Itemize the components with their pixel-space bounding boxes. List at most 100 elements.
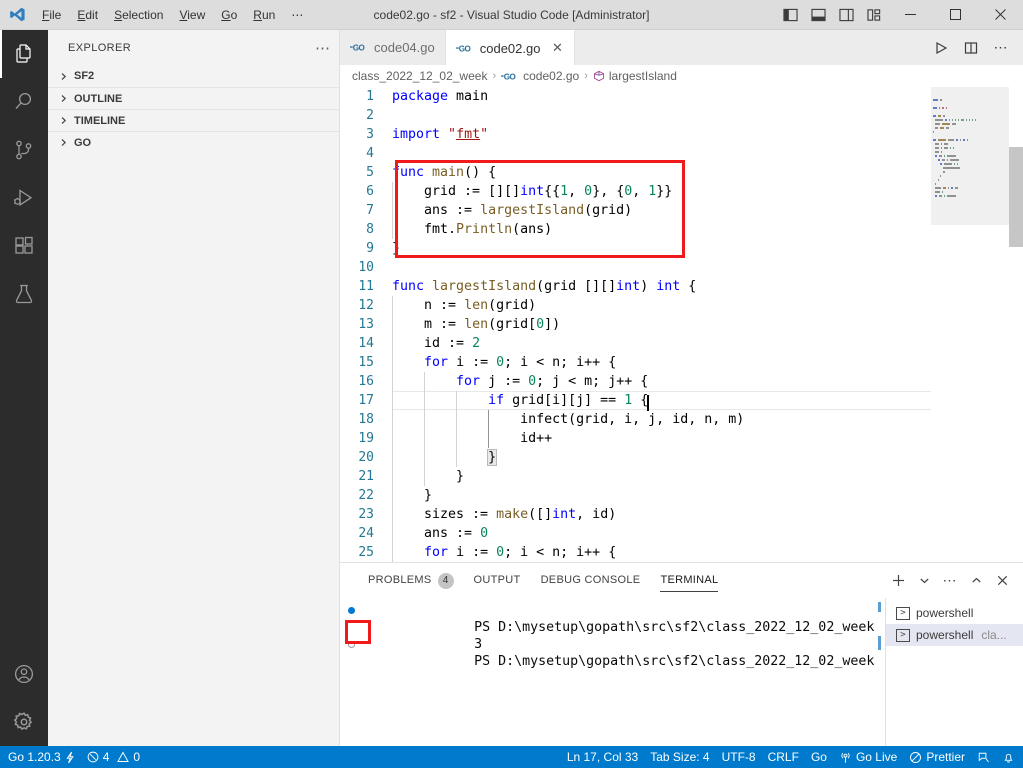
sidebar-section-timeline[interactable]: TIMELINE <box>48 109 339 131</box>
code-token: for <box>424 545 449 560</box>
code-line[interactable]: 16 for j := 0; j < m; j++ { <box>340 372 931 391</box>
toggle-panel-icon[interactable] <box>804 0 832 30</box>
window-minimize-button[interactable] <box>888 0 933 30</box>
terminal-scrollbar[interactable] <box>875 598 885 758</box>
terminal-dropdown-button[interactable] <box>913 569 935 593</box>
code-token: largestIsland <box>432 279 537 294</box>
sidebar-section-sf2[interactable]: SF2 <box>48 65 339 87</box>
activitybar-item-source-control[interactable] <box>0 126 48 174</box>
activitybar-item-search[interactable] <box>0 78 48 126</box>
terminal-tab-powershell-1[interactable]: > powershell <box>886 602 1023 624</box>
chevron-right-icon <box>56 114 70 128</box>
maximize-panel-button[interactable] <box>965 569 987 593</box>
code-line[interactable]: 22 } <box>340 486 931 505</box>
code-line[interactable]: 15 for i := 0; i < n; i++ { <box>340 353 931 372</box>
code-line[interactable]: 24 ans := 0 <box>340 524 931 543</box>
activitybar-item-manage[interactable] <box>0 698 48 746</box>
terminal-scrollbar-thumb-bottom[interactable] <box>878 636 881 650</box>
sidebar-section-outline[interactable]: OUTLINE <box>48 87 339 109</box>
panel-tab-debug-console[interactable]: DEBUG CONSOLE <box>531 563 651 598</box>
code-token: (ans) <box>512 222 553 237</box>
code-line[interactable]: 25 for i := 0; i < n; i++ { <box>340 543 931 562</box>
panel-tab-problems[interactable]: PROBLEMS 4 <box>358 563 464 598</box>
menu-view[interactable]: View <box>171 0 213 30</box>
toggle-secondary-sidebar-icon[interactable] <box>832 0 860 30</box>
code-line[interactable]: 11 func largestIsland(grid [][]int) int { <box>340 277 931 296</box>
code-line[interactable]: 10 <box>340 258 931 277</box>
line-number: 17 <box>358 393 374 408</box>
activitybar-item-run-and-debug[interactable] <box>0 174 48 222</box>
terminal-tab-powershell-2[interactable]: > powershell cla... <box>886 624 1023 646</box>
new-terminal-button[interactable] <box>887 569 909 593</box>
code-line[interactable]: 1 package main <box>340 87 931 106</box>
code-line[interactable]: 21 } <box>340 467 931 486</box>
terminal-scrollbar-thumb-top[interactable] <box>878 602 881 612</box>
code-line[interactable]: 17 if grid[i][j] == 1 { <box>340 391 931 411</box>
breadcrumb-folder[interactable]: class_2022_12_02_week <box>352 69 487 83</box>
activitybar-item-testing[interactable] <box>0 270 48 318</box>
activitybar-item-explorer[interactable] <box>0 30 48 78</box>
menu-run[interactable]: Run <box>245 0 283 30</box>
editor-vertical-scrollbar[interactable] <box>1009 87 1023 562</box>
tab-close-icon[interactable]: ✕ <box>550 40 564 56</box>
code-token: main <box>456 89 489 104</box>
status-problems[interactable]: 4 0 <box>81 746 146 768</box>
code-line[interactable]: 5 func main() { <box>340 163 931 182</box>
tab-code04-go[interactable]: GO code04.go <box>340 30 446 65</box>
code-line[interactable]: 3 import "fmt" <box>340 125 931 144</box>
close-panel-button[interactable] <box>991 569 1013 593</box>
terminal-output[interactable]: PS D:\mysetup\gopath\src\sf2\class_2022_… <box>340 598 875 758</box>
panel-more-actions-button[interactable]: ⋯ <box>939 569 961 593</box>
sidebar-section-go[interactable]: GO <box>48 131 339 153</box>
code-editor[interactable]: 1 package main 2 3 import "fmt" 4 5 func main()… <box>340 87 1023 562</box>
code-line[interactable]: 12 n := len(grid) <box>340 296 931 315</box>
window-close-button[interactable] <box>978 0 1023 30</box>
status-prettier[interactable]: Prettier <box>903 746 971 768</box>
menu-more[interactable]: ⋯ <box>283 0 311 30</box>
code-token: , <box>632 184 649 199</box>
code-line[interactable]: 13 m := len(grid[0]) <box>340 315 931 334</box>
menu-file[interactable]: File <box>34 0 69 30</box>
sidebar-more-actions-button[interactable]: ⋯ <box>315 39 331 57</box>
breadcrumb-symbol[interactable]: largestIsland <box>593 69 677 83</box>
tab-code02-go[interactable]: GO code02.go ✕ <box>445 30 576 65</box>
menu-go[interactable]: Go <box>213 0 245 30</box>
customize-layout-icon[interactable] <box>860 0 888 30</box>
code-token: }, { <box>592 184 625 199</box>
activitybar-item-extensions[interactable] <box>0 222 48 270</box>
code-line[interactable]: 20 } <box>340 448 931 467</box>
menu-selection[interactable]: Selection <box>106 0 171 30</box>
editor-minimap[interactable] <box>931 87 1009 562</box>
line-number: 1 <box>366 89 374 104</box>
code-line[interactable]: 14 id := 2 <box>340 334 931 353</box>
status-feedback[interactable] <box>971 746 996 768</box>
code-line[interactable]: 19 id++ <box>340 429 931 448</box>
window-maximize-button[interactable] <box>933 0 978 30</box>
more-actions-button[interactable]: ⋯ <box>987 33 1015 63</box>
panel-tab-terminal[interactable]: TERMINAL <box>650 563 728 598</box>
code-line-text: grid := [][]int{{1, 0}, {0, 1}} <box>392 182 931 201</box>
panel-tab-output[interactable]: OUTPUT <box>464 563 531 598</box>
code-line[interactable]: 8 fmt.Println(ans) <box>340 220 931 239</box>
indent-guide <box>392 372 393 391</box>
code-line[interactable]: 2 <box>340 106 931 125</box>
run-code-button[interactable] <box>927 33 955 63</box>
code-line[interactable]: 9} <box>340 239 931 258</box>
status-notifications[interactable] <box>996 746 1021 768</box>
activitybar-item-accounts[interactable] <box>0 650 48 698</box>
code-scroll-area[interactable]: 1 package main 2 3 import "fmt" 4 5 func main()… <box>340 87 931 562</box>
status-go-version[interactable]: Go 1.20.3 <box>2 746 81 768</box>
breadcrumb-file[interactable]: GO code02.go <box>501 69 579 83</box>
split-editor-button[interactable] <box>957 33 985 63</box>
code-token: make <box>496 507 529 522</box>
breadcrumb-label: largestIsland <box>608 69 677 83</box>
code-line[interactable]: 6 grid := [][]int{{1, 0}, {0, 1}} <box>340 182 931 201</box>
toggle-primary-sidebar-icon[interactable] <box>776 0 804 30</box>
code-line[interactable]: 4 <box>340 144 931 163</box>
code-line[interactable]: 18 infect(grid, i, j, id, n, m) <box>340 410 931 429</box>
menu-edit[interactable]: Edit <box>69 0 106 30</box>
scrollbar-thumb[interactable] <box>1009 147 1023 247</box>
indent-guide <box>392 410 393 429</box>
code-line[interactable]: 23 sizes := make([]int, id) <box>340 505 931 524</box>
code-line[interactable]: 7 ans := largestIsland(grid) <box>340 201 931 220</box>
